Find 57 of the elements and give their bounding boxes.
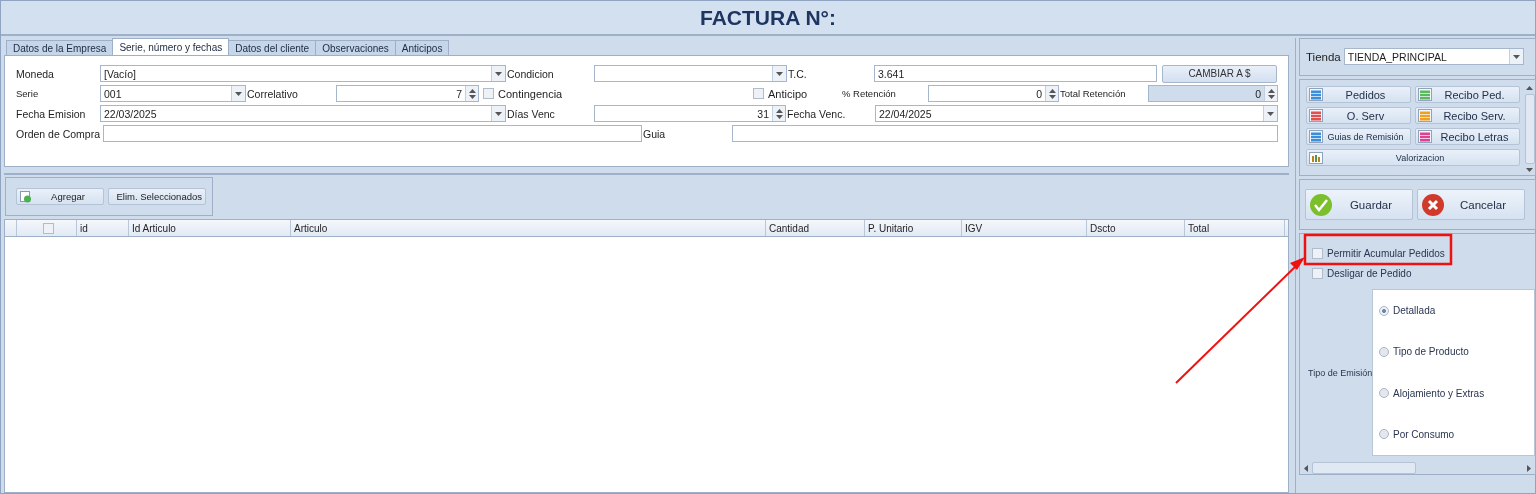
field-label: Fecha Venc. bbox=[786, 107, 847, 120]
checkbox[interactable]: Anticipo bbox=[749, 87, 841, 100]
cancel-button[interactable]: Cancelar bbox=[1417, 189, 1525, 220]
number-field[interactable]: 7 bbox=[336, 85, 479, 102]
shortcut-button[interactable]: Recibo Ped. bbox=[1415, 86, 1520, 103]
radio-option[interactable]: Por Consumo bbox=[1379, 428, 1534, 440]
valuation-button[interactable]: Valorizacion bbox=[1306, 149, 1520, 166]
column-header[interactable]: id bbox=[77, 220, 129, 236]
delete-selected-button[interactable]: Elim. Seleccionados bbox=[108, 188, 206, 205]
field-label: Fecha Emision bbox=[15, 107, 87, 120]
column-header[interactable]: Dscto bbox=[1087, 220, 1185, 236]
shortcut-button[interactable]: Recibo Serv. bbox=[1415, 107, 1520, 124]
number-field[interactable]: 31 bbox=[594, 105, 786, 122]
field-label: Días Venc bbox=[506, 107, 556, 120]
shortcut-button[interactable]: Guias de Remisión bbox=[1306, 128, 1411, 145]
dropdown-field[interactable]: 001 bbox=[100, 85, 246, 102]
radio-option[interactable]: Alojamiento y Extras bbox=[1379, 387, 1534, 399]
field-label: Orden de Compra bbox=[15, 127, 102, 140]
window-title: FACTURA N°: bbox=[1, 1, 1535, 36]
field-label: Serie bbox=[15, 88, 40, 99]
radio-option[interactable]: Tipo de Producto bbox=[1379, 346, 1534, 358]
save-button[interactable]: Guardar bbox=[1305, 189, 1413, 220]
checkbox[interactable]: Contingencia bbox=[479, 87, 749, 100]
field-label: T.C. bbox=[787, 67, 808, 80]
store-label: Tienda bbox=[1306, 50, 1341, 63]
field-label: Moneda bbox=[15, 67, 55, 80]
shortcut-button[interactable]: Pedidos bbox=[1306, 86, 1411, 103]
column-header[interactable]: Total bbox=[1185, 220, 1285, 236]
change-currency-button[interactable]: CAMBIAR A $ bbox=[1162, 64, 1277, 83]
tab[interactable]: Anticipos bbox=[394, 40, 450, 55]
column-header[interactable]: IGV bbox=[962, 220, 1087, 236]
tab[interactable]: Observaciones bbox=[315, 40, 396, 55]
column-header[interactable]: P. Unitario bbox=[865, 220, 962, 236]
field-label: Total Retención bbox=[1059, 88, 1127, 99]
number-field[interactable]: 0 bbox=[928, 85, 1059, 102]
field-label: % Retención bbox=[841, 88, 897, 99]
input-field[interactable]: 3.641 bbox=[874, 65, 1157, 82]
column-header[interactable]: Id Articulo bbox=[129, 220, 291, 236]
shortcut-button[interactable]: Recibo Letras bbox=[1415, 128, 1520, 145]
dropdown-field[interactable]: 22/04/2025 bbox=[875, 105, 1278, 122]
store-dropdown[interactable]: TIENDA_PRINCIPAL bbox=[1343, 48, 1524, 65]
radio-option[interactable]: Detallada bbox=[1379, 305, 1534, 317]
field-label: Condicion bbox=[506, 67, 555, 80]
tab[interactable]: Datos del cliente bbox=[228, 40, 317, 55]
dropdown-field[interactable]: 22/03/2025 bbox=[100, 105, 506, 122]
tab[interactable]: Datos de la Empresa bbox=[6, 40, 114, 55]
dropdown-field[interactable]: [Vacío] bbox=[100, 65, 506, 82]
field-label: Guia bbox=[642, 127, 667, 140]
shortcut-button[interactable]: O. Serv bbox=[1306, 107, 1411, 124]
field-label: Correlativo bbox=[246, 87, 299, 100]
emission-label: Tipo de Emisión bbox=[1307, 367, 1372, 378]
option-checkbox[interactable]: Desligar de Pedido bbox=[1300, 265, 1535, 281]
add-button[interactable]: Agregar bbox=[16, 188, 104, 205]
column-header[interactable]: Cantidad bbox=[766, 220, 865, 236]
tab[interactable]: Serie, número y fechas bbox=[112, 38, 230, 55]
column-header[interactable]: Articulo bbox=[291, 220, 766, 236]
option-checkbox[interactable]: Permitir Acumular Pedidos bbox=[1300, 245, 1535, 261]
